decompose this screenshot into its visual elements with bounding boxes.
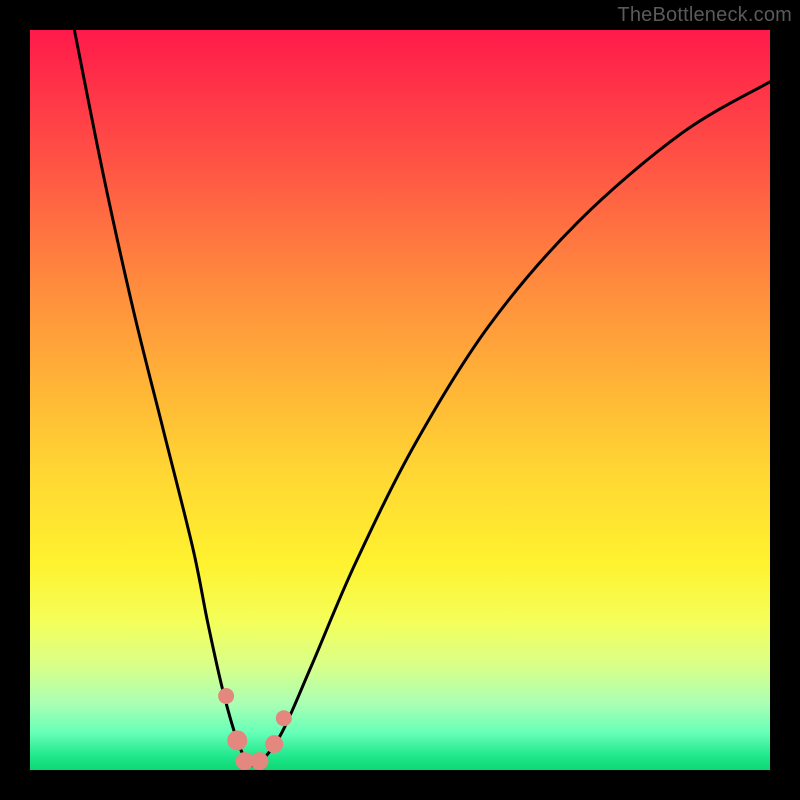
- highlight-markers: [218, 688, 292, 770]
- highlight-marker: [265, 735, 283, 753]
- bottleneck-curve-path: [74, 30, 770, 766]
- watermark-text: TheBottleneck.com: [617, 4, 792, 27]
- bottleneck-curve-svg: [30, 30, 770, 770]
- highlight-marker: [218, 688, 234, 704]
- highlight-marker: [250, 752, 268, 770]
- highlight-marker: [227, 730, 247, 750]
- chart-plot-area: [30, 30, 770, 770]
- highlight-marker: [276, 710, 292, 726]
